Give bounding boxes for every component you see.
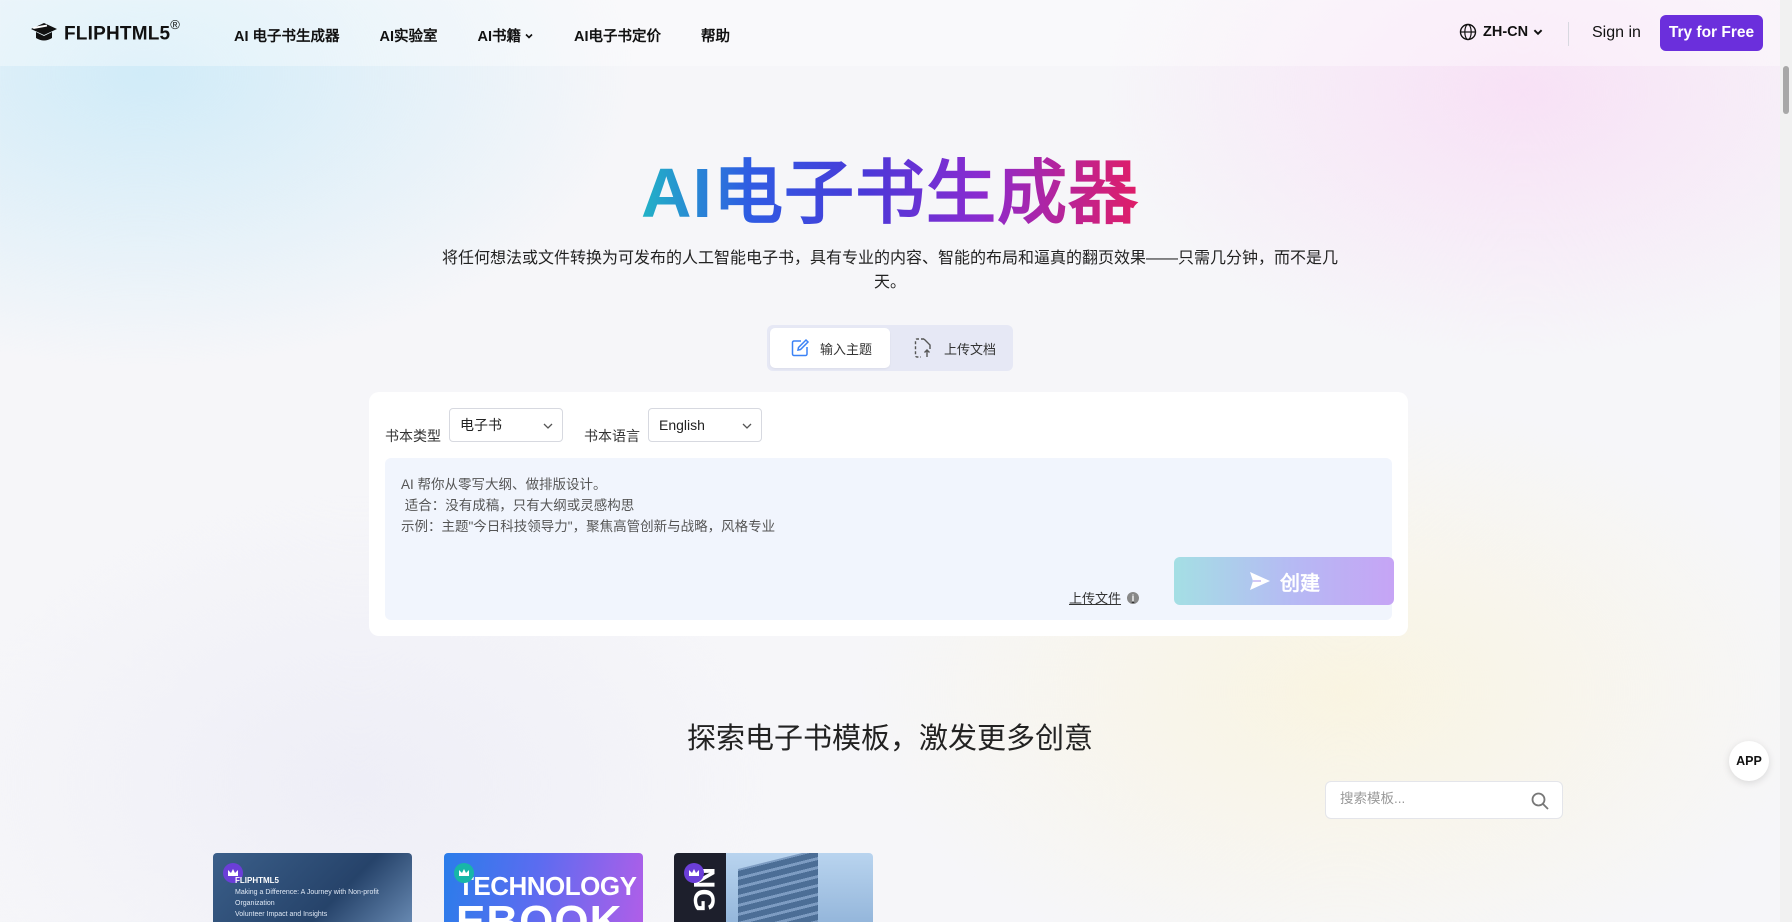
- language-label: ZH-CN: [1483, 24, 1529, 40]
- book-type-value: 电子书: [460, 417, 502, 433]
- chevron-down-icon: [543, 423, 553, 429]
- registered-mark: ®: [170, 17, 181, 32]
- chevron-down-icon: [742, 423, 752, 429]
- prompt-placeholder: AI 帮你从零写大纲、做排版设计。 适合：没有成稿，只有大纲或灵感构思示例：主题…: [401, 474, 775, 537]
- menu-ai-ebook-generator[interactable]: AI 电子书生成器: [234, 25, 340, 46]
- page-title-text: AI电子书生成器: [641, 154, 1139, 232]
- template-card[interactable]: FLIPHTML5 Making a Difference: A Journey…: [213, 853, 412, 922]
- mode-tabs: 输入主题 上传文档: [767, 325, 1013, 371]
- sign-in-link[interactable]: Sign in: [1592, 24, 1641, 42]
- menu-ai-lab[interactable]: AI实验室: [380, 25, 438, 46]
- menu-ai-pricing[interactable]: AI电子书定价: [574, 25, 661, 46]
- search-icon[interactable]: [1530, 791, 1550, 811]
- create-button[interactable]: 创建: [1174, 557, 1394, 605]
- upload-file-link[interactable]: 上传文件 i: [1069, 588, 1140, 607]
- book-type-label: 书本类型: [385, 428, 441, 444]
- nav-divider: [1568, 22, 1569, 46]
- book-type-select[interactable]: 电子书: [449, 408, 563, 442]
- template-brand: FLIPHTML5: [235, 876, 279, 885]
- template-search[interactable]: [1325, 781, 1563, 819]
- prompt-line: 适合：没有成稿，只有大纲或灵感构思: [401, 498, 635, 513]
- try-for-free-button[interactable]: Try for Free: [1660, 15, 1763, 51]
- info-icon[interactable]: i: [1127, 591, 1140, 604]
- tab-label: 上传文档: [944, 341, 997, 357]
- chevron-down-icon: [1533, 29, 1543, 36]
- menu-ai-books[interactable]: AI书籍: [478, 25, 535, 46]
- crown-icon: [684, 863, 704, 883]
- globe-icon: [1459, 23, 1477, 41]
- language-selector[interactable]: ZH-CN: [1459, 23, 1550, 41]
- edit-icon: [791, 338, 810, 357]
- book-language-select[interactable]: English: [648, 408, 762, 442]
- menu-help[interactable]: 帮助: [701, 25, 730, 46]
- crown-icon: [454, 863, 474, 883]
- menu-label: AI 电子书生成器: [234, 29, 340, 45]
- book-language-label: 书本语言: [584, 428, 640, 444]
- generator-card: 书本类型 电子书 书本语言 English AI 帮你从零写大纲、做排版设计。 …: [369, 392, 1408, 636]
- template-card[interactable]: NG: [674, 853, 873, 922]
- topic-prompt-textarea[interactable]: AI 帮你从零写大纲、做排版设计。 适合：没有成稿，只有大纲或灵感构思示例：主题…: [385, 458, 1394, 620]
- menu-label: AI书籍: [477, 29, 522, 45]
- page-title: AI电子书生成器: [0, 150, 1780, 236]
- app-download-button[interactable]: APP: [1729, 741, 1769, 781]
- upload-file-icon: [914, 338, 931, 358]
- template-search-input[interactable]: [1340, 791, 1520, 806]
- tab-label: 输入主题: [820, 341, 873, 357]
- tab-enter-topic[interactable]: 输入主题: [770, 328, 890, 368]
- template-card[interactable]: TECHNOLOGY EBOOK: [444, 853, 643, 922]
- prompt-line: AI 帮你从零写大纲、做排版设计。: [401, 477, 607, 492]
- logo[interactable]: FLIPHTML5®: [30, 17, 181, 45]
- menu-label: 帮助: [701, 29, 731, 45]
- book-language-value: English: [659, 417, 705, 433]
- templates-section-title: 探索电子书模板，激发更多创意: [686, 723, 1093, 755]
- tab-upload-document[interactable]: 上传文档: [890, 328, 996, 368]
- chevron-down-icon: [525, 33, 533, 39]
- building-image: [738, 853, 818, 922]
- template-line: Making a Difference: A Journey with Non-…: [235, 889, 379, 907]
- graduation-cap-icon: [31, 22, 57, 41]
- template-line: Volunteer Impact and Insights: [235, 911, 328, 918]
- upload-file-label: 上传文件: [1069, 591, 1122, 606]
- menu-label: AI电子书定价: [574, 29, 662, 45]
- create-label: 创建: [1280, 572, 1320, 595]
- top-navbar: FLIPHTML5® AI 电子书生成器 AI实验室 AI书籍 AI电子书定价 …: [0, 0, 1780, 66]
- prompt-line: 示例：主题"今日科技领导力"，聚焦高管创新与战略，风格专业: [401, 519, 776, 534]
- scrollbar[interactable]: [1780, 0, 1792, 922]
- template-title: EBOOK: [456, 897, 623, 922]
- menu-label: AI实验室: [379, 29, 438, 45]
- send-icon: [1250, 572, 1270, 590]
- logo-text: FLIPHTML5: [64, 23, 171, 45]
- main-menu: AI 电子书生成器 AI实验室 AI书籍 AI电子书定价 帮助: [234, 25, 730, 46]
- template-text: FLIPHTML5 Making a Difference: A Journey…: [235, 875, 395, 920]
- scrollbar-thumb[interactable]: [1783, 66, 1789, 114]
- page-subtitle: 将任何想法或文件转换为可发布的人工智能电子书，具有专业的内容、智能的布局和逼真的…: [441, 250, 1338, 291]
